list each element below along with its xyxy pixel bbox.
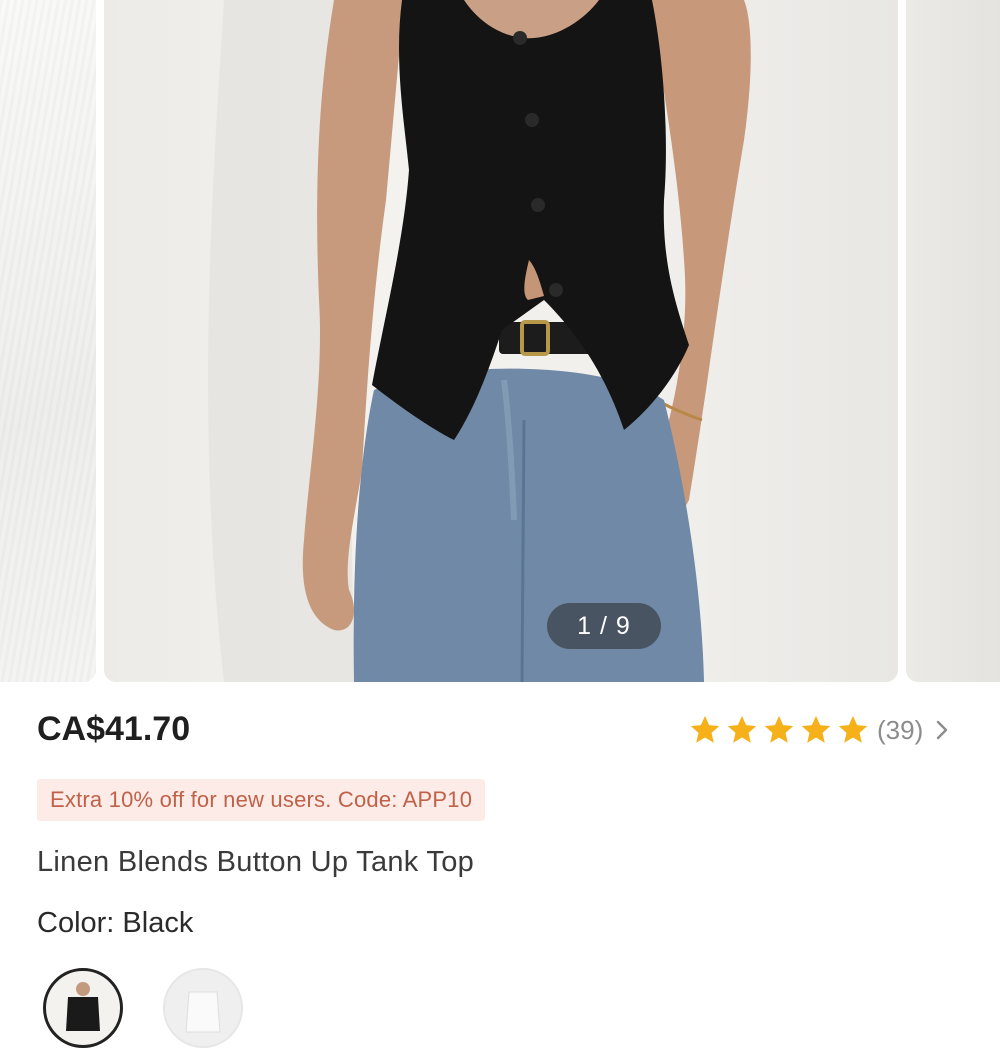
model-photo <box>208 0 751 682</box>
selected-color: Color: Black <box>37 907 193 940</box>
product-image-carousel[interactable]: 1 / 9 <box>0 0 1000 682</box>
star-icon <box>690 715 720 743</box>
rating-summary[interactable]: (39) <box>688 708 949 752</box>
star-icon <box>838 715 868 743</box>
color-label: Color: <box>37 907 123 939</box>
main-product-image[interactable]: 1 / 9 <box>104 0 898 682</box>
chevron-right-icon <box>937 720 948 740</box>
review-count: (39) <box>877 714 924 745</box>
previous-image-peek[interactable] <box>0 0 96 682</box>
swatch-thumbnail-black <box>66 982 100 1031</box>
star-icon <box>727 715 757 743</box>
new-user-promo-banner[interactable]: Extra 10% off for new users. Code: APP10 <box>37 779 486 821</box>
product-title: Linen Blends Button Up Tank Top <box>37 846 475 878</box>
color-value: Black <box>122 907 194 939</box>
color-swatch-black[interactable] <box>43 968 123 1048</box>
swatch-thumbnail-white <box>185 991 221 1033</box>
star-icon <box>764 715 794 743</box>
fabric-texture <box>0 0 96 682</box>
image-counter: 1 / 9 <box>547 603 661 649</box>
star-icon <box>801 715 831 743</box>
color-swatch-white[interactable] <box>163 968 243 1048</box>
product-price: CA$41.70 <box>37 710 191 748</box>
next-image-peek[interactable] <box>906 0 1000 682</box>
